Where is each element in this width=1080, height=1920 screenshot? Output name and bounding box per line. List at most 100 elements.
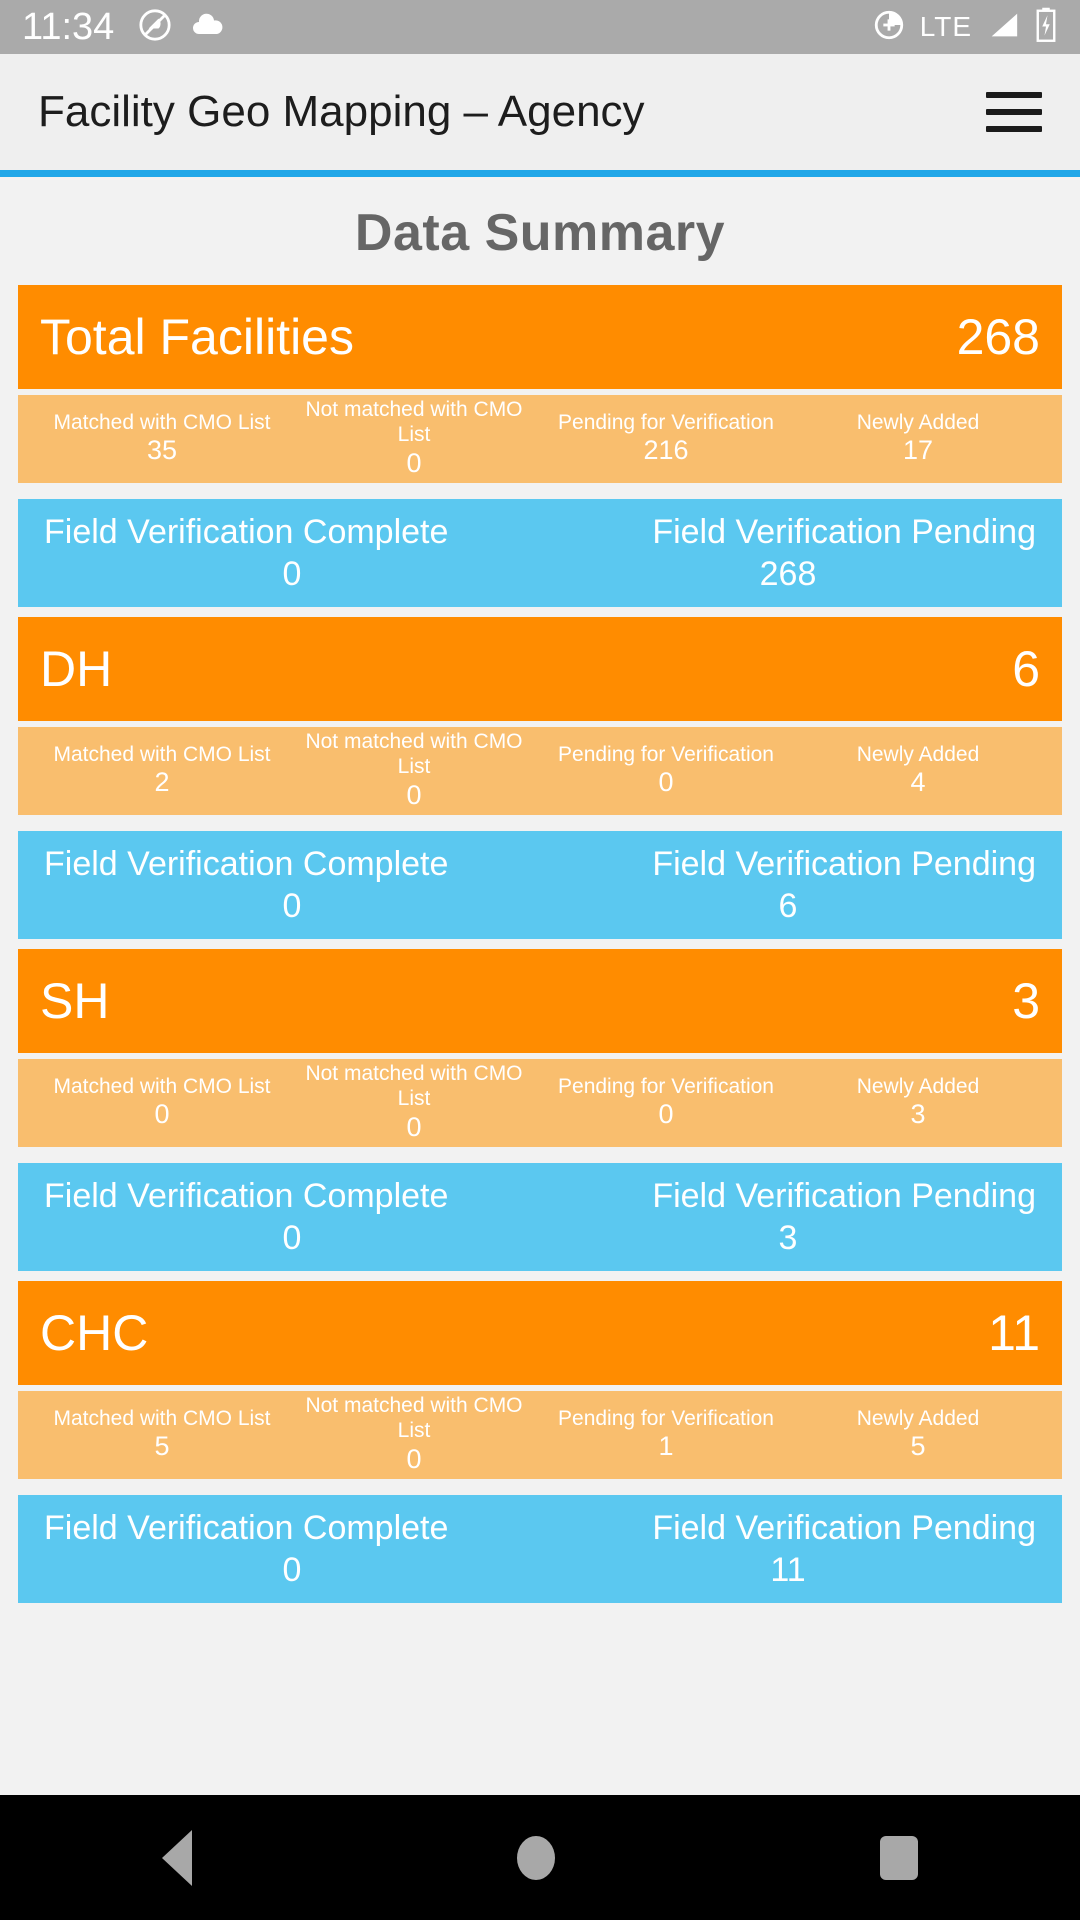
stat-not-matched-value: 0 (406, 1443, 422, 1474)
summary-content: Data Summary Total Facilities 268 Matche… (0, 177, 1080, 1603)
summary-group-list: Total Facilities 268 Matched with CMO Li… (18, 285, 1062, 1603)
stat-newly-added-label: Newly Added (856, 410, 980, 434)
stat-matched: Matched with CMO List 35 (36, 411, 288, 468)
do-not-disturb-icon (138, 8, 172, 47)
group-header-bar[interactable]: SH 3 (18, 949, 1062, 1053)
group-header-bar[interactable]: Total Facilities 268 (18, 285, 1062, 389)
summary-scroll-area[interactable]: Data Summary Total Facilities 268 Matche… (0, 177, 1080, 1795)
group-stats-bar: Matched with CMO List 0 Not matched with… (18, 1059, 1062, 1147)
signal-icon (986, 10, 1020, 45)
hamburger-menu-icon[interactable] (986, 92, 1042, 132)
stat-not-matched-value: 0 (406, 779, 422, 810)
stat-not-matched-label: Not matched with CMO List (305, 1394, 523, 1443)
fv-complete-label: Field Verification Complete (44, 1176, 449, 1215)
stat-pending-label: Pending for Verification (558, 742, 774, 766)
summary-group: SH 3 Matched with CMO List 0 Not matched… (18, 949, 1062, 1271)
stat-pending-label: Pending for Verification (558, 1074, 774, 1098)
stat-pending: Pending for Verification 1 (540, 1407, 792, 1464)
stat-pending-value: 0 (658, 767, 674, 798)
group-stats-bar: Matched with CMO List 2 Not matched with… (18, 727, 1062, 815)
fv-pending-value: 11 (770, 1551, 806, 1589)
summary-group: CHC 11 Matched with CMO List 5 Not match… (18, 1281, 1062, 1603)
stat-not-matched-value: 0 (406, 1111, 422, 1142)
android-navigation-bar (0, 1795, 1080, 1920)
stat-pending-value: 0 (658, 1099, 674, 1130)
fv-pending-label: Field Verification Pending (652, 1176, 1036, 1215)
fv-pending-label: Field Verification Pending (652, 844, 1036, 883)
stat-pending-value: 216 (643, 435, 689, 466)
stat-newly-added-label: Newly Added (856, 1406, 980, 1430)
stat-not-matched-label: Not matched with CMO List (305, 398, 523, 447)
group-name: Total Facilities (40, 309, 354, 365)
group-name: CHC (40, 1305, 149, 1361)
fv-pending-value: 6 (778, 887, 798, 925)
fv-pending-label: Field Verification Pending (652, 512, 1036, 551)
field-verification-complete: Field Verification Complete 0 (44, 1507, 540, 1592)
stat-matched: Matched with CMO List 2 (36, 743, 288, 800)
stat-not-matched-label: Not matched with CMO List (305, 730, 523, 779)
stat-newly-added-value: 4 (910, 767, 926, 798)
stat-pending: Pending for Verification 216 (540, 411, 792, 468)
group-name: DH (40, 641, 113, 697)
stat-matched-label: Matched with CMO List (53, 410, 271, 434)
stat-newly-added-label: Newly Added (856, 742, 980, 766)
app-title: Facility Geo Mapping – Agency (38, 87, 645, 136)
field-verification-pending: Field Verification Pending 11 (540, 1507, 1036, 1592)
group-count: 268 (956, 309, 1040, 365)
field-verification-complete: Field Verification Complete 0 (44, 1175, 540, 1260)
stat-newly-added-value: 5 (910, 1431, 926, 1462)
hamburger-line-3 (986, 126, 1042, 132)
battery-charging-icon (1034, 7, 1058, 48)
field-verification-bar: Field Verification Complete 0 Field Veri… (18, 1495, 1062, 1603)
field-verification-pending: Field Verification Pending 3 (540, 1175, 1036, 1260)
stat-newly-added: Newly Added 3 (792, 1075, 1044, 1132)
phone-screen: 11:34 LTE Facility Geo Mapping – Agency … (0, 0, 1080, 1920)
stat-pending-value: 1 (658, 1431, 674, 1462)
fv-complete-value: 0 (282, 887, 302, 925)
stat-not-matched: Not matched with CMO List 0 (288, 1062, 540, 1143)
stat-matched-value: 0 (154, 1099, 170, 1130)
group-count: 11 (988, 1305, 1040, 1361)
fv-complete-value: 0 (282, 1551, 302, 1589)
fv-complete-label: Field Verification Complete (44, 844, 449, 883)
status-bar-system-icons: LTE (872, 7, 1058, 48)
stat-not-matched-value: 0 (406, 447, 422, 478)
stat-matched-label: Matched with CMO List (53, 1406, 271, 1430)
page-title: Data Summary (354, 204, 726, 262)
app-bar-accent-line (0, 170, 1080, 177)
field-verification-complete: Field Verification Complete 0 (44, 843, 540, 928)
stat-newly-added: Newly Added 4 (792, 743, 1044, 800)
home-icon[interactable] (516, 1835, 555, 1880)
field-verification-pending: Field Verification Pending 268 (540, 511, 1036, 596)
summary-group: DH 6 Matched with CMO List 2 Not matched… (18, 617, 1062, 939)
group-header-bar[interactable]: CHC 11 (18, 1281, 1062, 1385)
group-stats-bar: Matched with CMO List 35 Not matched wit… (18, 395, 1062, 483)
stat-pending-label: Pending for Verification (558, 1406, 774, 1430)
cloud-icon (190, 12, 226, 43)
field-verification-bar: Field Verification Complete 0 Field Veri… (18, 1163, 1062, 1271)
recents-icon[interactable] (879, 1835, 918, 1880)
stat-newly-added-label: Newly Added (856, 1074, 980, 1098)
summary-group: Total Facilities 268 Matched with CMO Li… (18, 285, 1062, 607)
stat-matched: Matched with CMO List 5 (36, 1407, 288, 1464)
group-name: SH (40, 973, 110, 1029)
stat-pending: Pending for Verification 0 (540, 743, 792, 800)
stat-matched: Matched with CMO List 0 (36, 1075, 288, 1132)
stat-newly-added-value: 3 (910, 1099, 926, 1130)
stat-pending: Pending for Verification 0 (540, 1075, 792, 1132)
hamburger-line-1 (986, 92, 1042, 98)
back-icon[interactable] (162, 1829, 193, 1886)
fv-complete-label: Field Verification Complete (44, 512, 449, 551)
fv-complete-value: 0 (282, 555, 302, 593)
stat-matched-value: 2 (154, 767, 170, 798)
stat-not-matched: Not matched with CMO List 0 (288, 730, 540, 811)
group-count: 3 (1012, 973, 1040, 1029)
location-icon (872, 8, 906, 47)
fv-pending-value: 3 (778, 1219, 798, 1257)
field-verification-pending: Field Verification Pending 6 (540, 843, 1036, 928)
group-header-bar[interactable]: DH 6 (18, 617, 1062, 721)
fv-complete-value: 0 (282, 1219, 302, 1257)
status-bar-clock: 11:34 (22, 5, 115, 48)
hamburger-line-2 (986, 109, 1042, 115)
stat-not-matched: Not matched with CMO List 0 (288, 398, 540, 479)
